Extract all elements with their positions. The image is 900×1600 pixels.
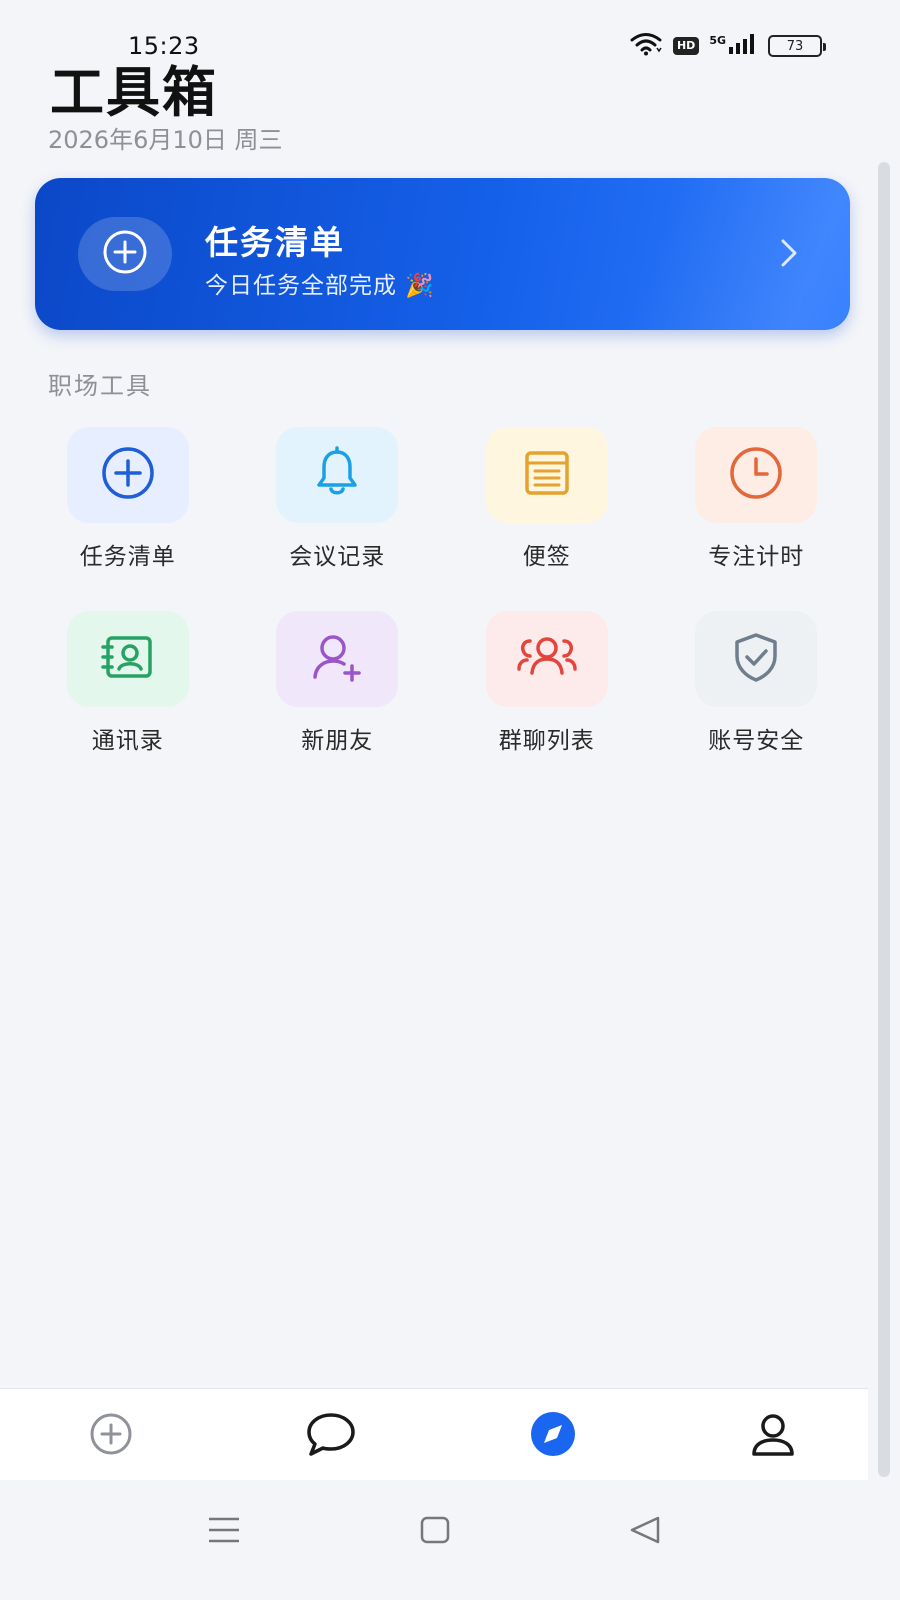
tool-group-chats[interactable]: 群聊列表 [442, 611, 652, 755]
contact-book-icon [99, 630, 157, 688]
nav-item-messages[interactable] [306, 1411, 356, 1461]
status-icons: HD 5G 73 [629, 32, 826, 60]
back-triangle-icon [628, 1515, 662, 1549]
clock-icon [727, 444, 785, 506]
plus-circle-icon [101, 228, 149, 280]
note-icon [520, 446, 574, 504]
banner-icon-container [78, 217, 172, 291]
section-label: 职场工具 [48, 372, 152, 400]
tool-tile [276, 611, 399, 707]
hd-badge: HD [672, 37, 700, 55]
tool-label: 便签 [522, 544, 571, 570]
tool-label: 新朋友 [301, 728, 374, 754]
tool-tile [66, 427, 189, 523]
tool-label: 账号安全 [708, 728, 805, 754]
tool-tile [276, 427, 399, 523]
tool-tile [66, 611, 189, 707]
shield-check-icon [728, 629, 784, 689]
tool-tile [695, 611, 818, 707]
system-home-button[interactable] [415, 1512, 455, 1552]
tool-meeting-notes[interactable]: 会议记录 [233, 427, 443, 571]
banner-subtitle: 今日任务全部完成 🎉 [205, 273, 435, 299]
bell-icon [309, 445, 365, 505]
tool-sticky-note[interactable]: 便签 [442, 427, 652, 571]
group-icon [515, 631, 579, 687]
nav-item-profile[interactable] [748, 1411, 798, 1461]
tool-account-security[interactable]: 账号安全 [652, 611, 862, 755]
network-type-label: 5G [709, 33, 726, 47]
system-back-button[interactable] [625, 1512, 665, 1552]
tool-focus-timer[interactable]: 专注计时 [652, 427, 862, 571]
tools-grid: 任务清单 会议记录 便签 专注计时 通讯录 新朋友 群聊列表 账号安全 [23, 427, 861, 755]
plus-circle-icon [88, 1411, 134, 1461]
page-title: 工具箱 [50, 61, 218, 124]
tool-label: 群聊列表 [498, 728, 595, 754]
chat-icon [305, 1410, 357, 1462]
add-friend-icon [308, 629, 366, 689]
tool-tile [485, 611, 608, 707]
compass-icon [529, 1410, 577, 1462]
battery-indicator: 73 [768, 35, 826, 57]
nav-item-discover[interactable] [528, 1411, 578, 1461]
tool-label: 通讯录 [91, 728, 164, 754]
tool-new-friends[interactable]: 新朋友 [233, 611, 443, 755]
tool-label: 任务清单 [79, 544, 176, 570]
plus-circle-icon [99, 444, 157, 506]
scrollbar[interactable] [878, 162, 890, 1477]
home-square-icon [419, 1515, 451, 1549]
page-date: 2026年6月10日 周三 [48, 126, 283, 154]
tool-label: 会议记录 [289, 544, 386, 570]
tool-task-list[interactable]: 任务清单 [23, 427, 233, 571]
nav-item-tasks[interactable] [86, 1411, 136, 1461]
tool-label: 专注计时 [708, 544, 805, 570]
tool-tile [485, 427, 608, 523]
system-nav-bar [0, 1480, 900, 1600]
task-list-banner[interactable]: 任务清单 今日任务全部完成 🎉 [35, 178, 850, 330]
signal-icon [728, 33, 758, 59]
tool-contacts[interactable]: 通讯录 [23, 611, 233, 755]
user-icon [749, 1410, 797, 1462]
menu-icon [206, 1515, 242, 1549]
tool-tile [695, 427, 818, 523]
banner-title: 任务清单 [205, 223, 345, 262]
wifi-icon [629, 32, 663, 60]
bottom-nav [0, 1388, 868, 1480]
system-menu-button[interactable] [204, 1512, 244, 1552]
chevron-right-icon [778, 236, 800, 274]
